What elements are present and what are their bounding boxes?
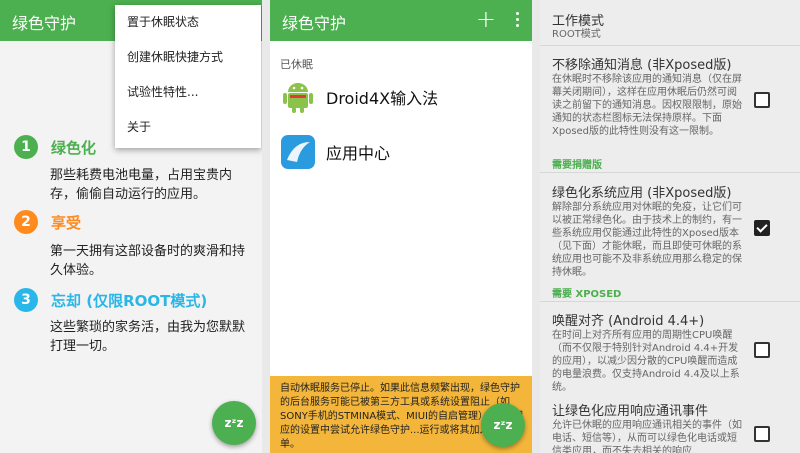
- setting-summary: 允许已休眠的应用响应通讯相关的事件（如电话、短信等），从而可以绿色化电话或短信类…: [552, 420, 742, 453]
- divider: [540, 45, 800, 46]
- overflow-menu: 置于休眠状态 创建休眠快捷方式 试验性特性... 关于: [115, 5, 261, 148]
- step-number-badge: 2: [14, 210, 38, 234]
- step-number-badge: 1: [14, 135, 38, 159]
- menu-item-hibernate[interactable]: 置于休眠状态: [115, 5, 261, 40]
- setting-value: ROOT模式: [552, 29, 601, 40]
- menu-item-create-shortcut[interactable]: 创建休眠快捷方式: [115, 40, 261, 75]
- zzz-icon: zᶻz: [493, 418, 513, 432]
- setting-comm-events[interactable]: 让绿色化应用响应通讯事件 允许已休眠的应用响应通讯相关的事件（如电话、短信等），…: [540, 400, 800, 453]
- app-title: 绿色守护: [12, 14, 77, 33]
- hibernate-fab[interactable]: zᶻz: [481, 403, 525, 447]
- checkbox-checked[interactable]: [754, 220, 770, 236]
- divider: [540, 172, 800, 173]
- add-icon[interactable]: +: [476, 5, 496, 33]
- setting-title: 工作模式: [552, 14, 605, 29]
- category-header-donation: 需要捐赠版: [552, 160, 602, 171]
- menu-item-about[interactable]: 关于: [115, 110, 261, 145]
- category-header-xposed: 需要 XPOSED: [552, 289, 622, 300]
- step-number-badge: 3: [14, 288, 38, 312]
- app-name: 应用中心: [326, 144, 391, 163]
- setting-keep-notifications[interactable]: 不移除通知消息 (非Xposed版) 在休眠时不移除该应用的通知消息（仅在屏幕关…: [540, 54, 800, 154]
- setting-summary: 解除部分系统应用对休眠的免疫，让它们可以被正常绿色化。由于技术上的制约，有一些系…: [552, 202, 742, 278]
- app-center-icon: [280, 134, 316, 170]
- checkbox[interactable]: [754, 92, 770, 108]
- step-heading: 绿色化: [51, 139, 97, 157]
- divider: [540, 301, 800, 302]
- setting-green-system-apps[interactable]: 绿色化系统应用 (非Xposed版) 解除部分系统应用对休眠的免疫，让它们可以被…: [540, 182, 800, 282]
- setting-wakeup-alignment[interactable]: 唤醒对齐 (Android 4.4+) 在时间上对齐所有应用的周期性CPU唤醒（…: [540, 310, 800, 395]
- setting-title: 唤醒对齐 (Android 4.4+): [552, 314, 705, 329]
- section-header-hibernated: 已休眠: [280, 58, 313, 71]
- step-heading: 享受: [51, 214, 82, 232]
- step-description: 那些耗费电池电量，占用宝贵内存，偷偷自动运行的应用。: [50, 168, 233, 202]
- zzz-icon: zᶻz: [224, 416, 244, 430]
- android-icon: [280, 79, 316, 115]
- app-list-item[interactable]: Droid4X输入法: [270, 77, 532, 117]
- checkbox[interactable]: [754, 342, 770, 358]
- step-heading: 忘却 (仅限ROOT模式): [51, 292, 208, 310]
- setting-title: 让绿色化应用响应通讯事件: [552, 404, 709, 419]
- more-options-icon[interactable]: [516, 12, 520, 30]
- settings-screen: 工作模式 ROOT模式 不移除通知消息 (非Xposed版) 在休眠时不移除该应…: [540, 0, 800, 453]
- step-description: 这些繁琐的家务活，由我为您默默打理一切。: [50, 320, 246, 354]
- app-title: 绿色守护: [282, 14, 347, 33]
- setting-title: 绿色化系统应用 (非Xposed版): [552, 186, 732, 201]
- app-list-item[interactable]: 应用中心: [270, 132, 532, 172]
- app-name: Droid4X输入法: [326, 89, 439, 108]
- setting-summary: 在时间上对齐所有应用的周期性CPU唤醒（而不仅限于特别针对Android 4.4…: [552, 330, 740, 393]
- menu-item-experimental[interactable]: 试验性特性...: [115, 75, 261, 110]
- hibernate-fab[interactable]: zᶻz: [212, 401, 256, 445]
- hibernated-list-screen: 绿色守护 + 已休眠 Droid4X输入法 应用中心 自动休眠服务已停止。如果此…: [270, 0, 532, 453]
- app-bar: 绿色守护 +: [270, 0, 532, 41]
- setting-summary: 在休眠时不移除该应用的通知消息（仅在屏幕关闭期间），这样在应用休眠后仍然可阅读之…: [552, 74, 742, 137]
- work-mode-setting[interactable]: 工作模式 ROOT模式: [540, 10, 800, 46]
- step-description: 第一天拥有这部设备时的爽滑和持久体验。: [50, 244, 246, 278]
- checkbox[interactable]: [754, 426, 770, 442]
- setting-title: 不移除通知消息 (非Xposed版): [552, 58, 732, 73]
- intro-screen: 绿色守护 置于休眠状态 创建休眠快捷方式 试验性特性... 关于 1 绿色化 那…: [0, 0, 262, 453]
